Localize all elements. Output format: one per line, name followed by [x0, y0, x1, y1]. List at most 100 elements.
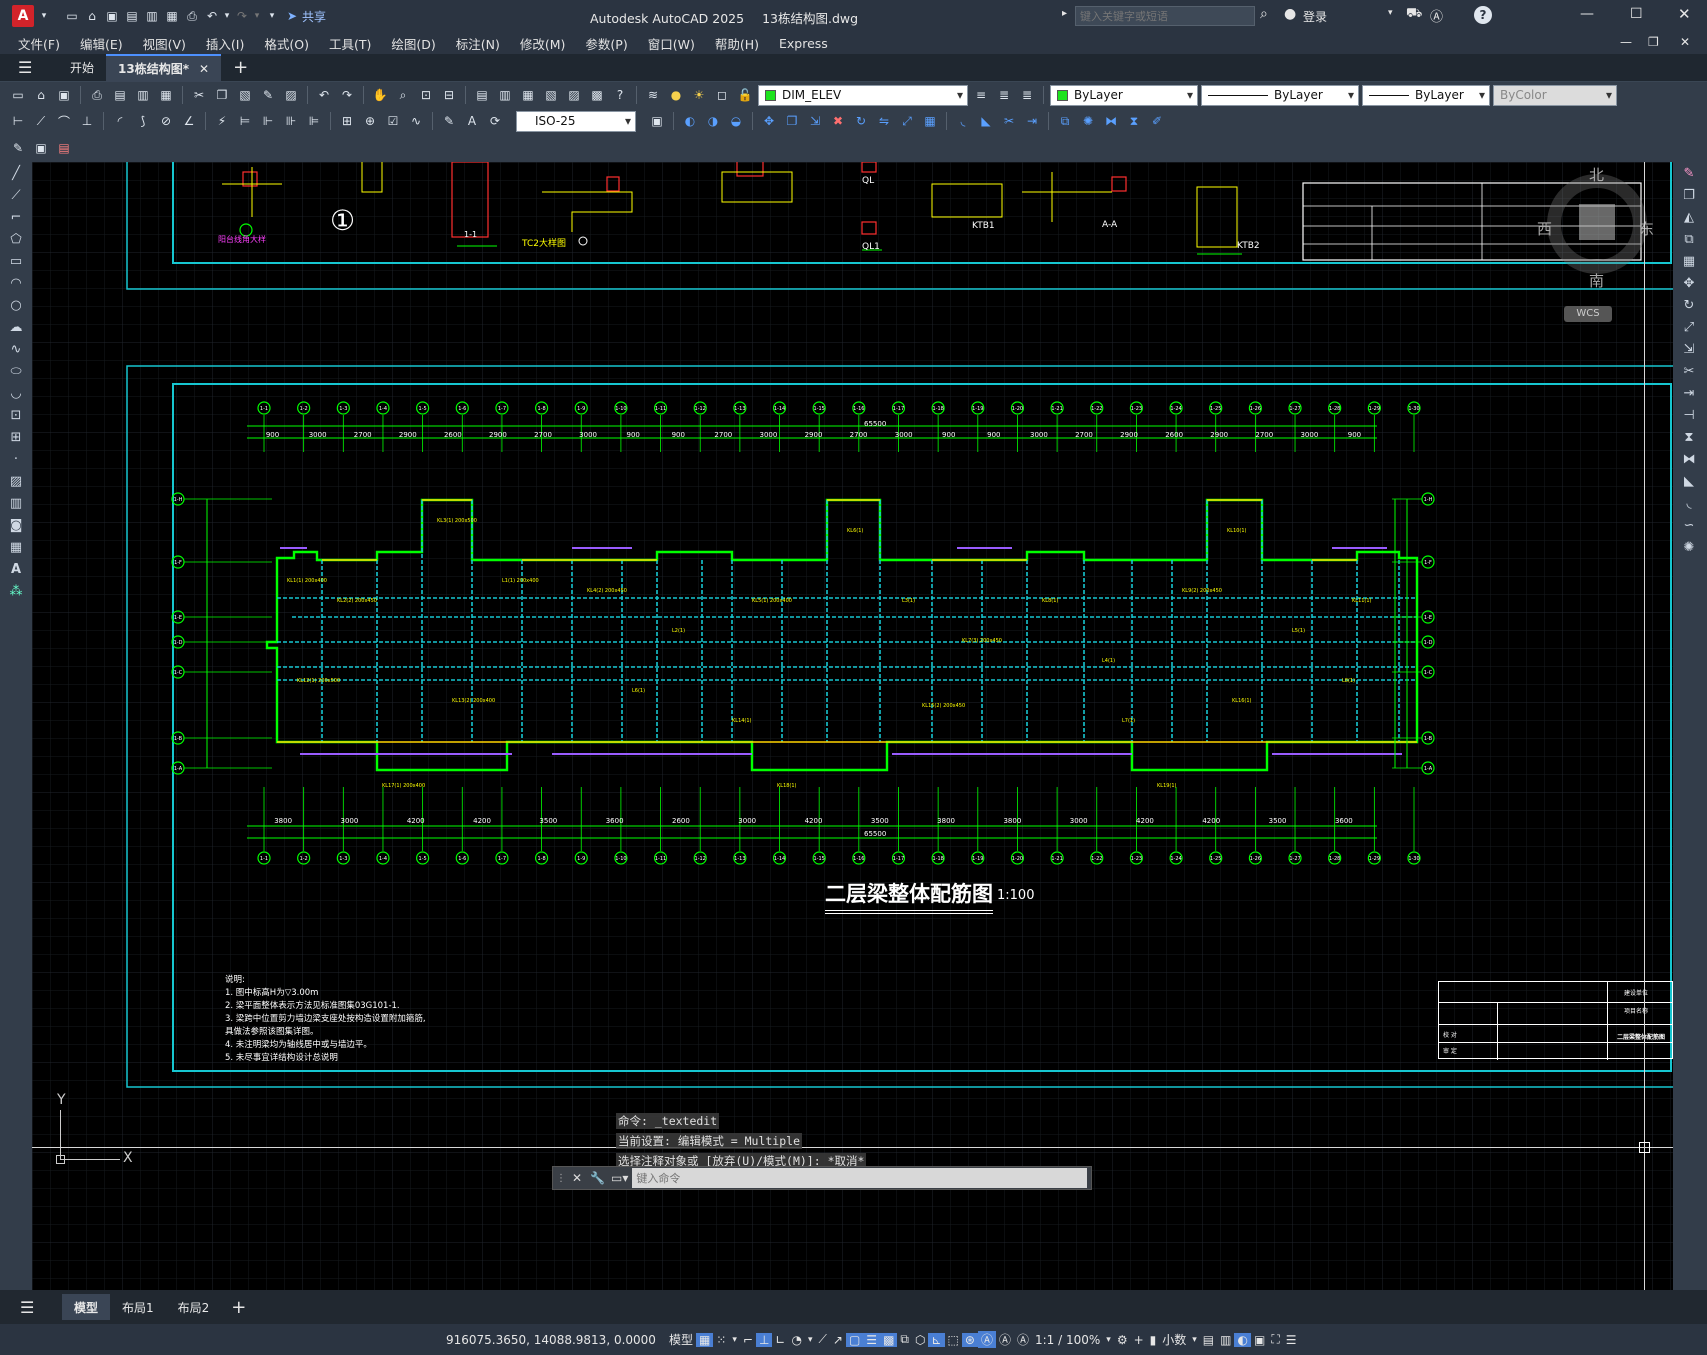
otrack-icon[interactable]: ↗ — [830, 1333, 846, 1347]
dim-angular-icon[interactable]: ∠ — [179, 111, 199, 131]
menu-window[interactable]: 窗口(W) — [638, 34, 705, 53]
undo-icon[interactable]: ↶ — [202, 6, 222, 26]
qnew-icon[interactable]: ▭ — [8, 85, 28, 105]
trim-palette-icon[interactable]: ✂ — [1677, 360, 1701, 382]
design-center-icon[interactable]: ▥ — [495, 85, 515, 105]
plotstyle-dropdown[interactable]: ByColor — [1493, 84, 1617, 106]
quick-access-customize-icon[interactable]: ▾ — [262, 6, 282, 26]
add-selected-icon[interactable]: ⁂ — [4, 580, 28, 602]
app-menu-chevron-icon[interactable]: ▾ — [34, 6, 54, 26]
tab-layout2[interactable]: 布局2 — [166, 1294, 222, 1320]
hatch-tool-icon[interactable]: ▨ — [4, 470, 28, 492]
gradient-tool-icon[interactable]: ▥ — [4, 492, 28, 514]
compass-west[interactable]: 西 — [1537, 218, 1552, 239]
undo-toolbar-icon[interactable]: ↶ — [314, 85, 334, 105]
graphics-performance-icon[interactable]: ▣ — [1251, 1333, 1268, 1347]
view-back-icon[interactable]: ◒ — [726, 111, 746, 131]
match-prop-icon[interactable]: ✎ — [258, 85, 278, 105]
dynamic-input-icon[interactable]: ⊥ — [755, 1332, 773, 1347]
menu-insert[interactable]: 插入(I) — [196, 34, 254, 53]
layer-states-icon[interactable]: ≣ — [1017, 85, 1037, 105]
ellipse-tool-icon[interactable]: ⬭ — [4, 360, 28, 382]
dim-radius-icon[interactable]: ◜ — [110, 111, 130, 131]
dynamic-ucs-icon[interactable]: ⊾ — [928, 1332, 945, 1347]
drawing-canvas[interactable]: KL1(1) 200x400 KL2(2) 200x450 KL3(1) 200x… — [32, 162, 1673, 1290]
layout-menu-icon[interactable]: ☰ — [20, 1298, 50, 1317]
dim-break-icon[interactable]: ⊫ — [304, 111, 324, 131]
new-layout-icon[interactable]: + — [231, 1297, 246, 1318]
command-customize-icon[interactable]: 🔧 — [590, 1171, 605, 1185]
dim-linear-icon[interactable]: ⊢ — [8, 111, 28, 131]
dim-aligned-icon[interactable]: ⟋ — [31, 111, 51, 131]
zoom-window-icon[interactable]: ⊡ — [416, 85, 436, 105]
save-web-icon[interactable]: ▦ — [162, 6, 182, 26]
undo-dropdown-icon[interactable]: ▾ — [222, 6, 232, 26]
dim-text-edit-icon[interactable]: A — [462, 111, 482, 131]
compass-east[interactable]: 东 — [1639, 218, 1654, 239]
preview-icon[interactable]: ▤ — [110, 85, 130, 105]
open-web-icon[interactable]: ▥ — [142, 6, 162, 26]
snap-icon[interactable]: ⁙ — [713, 1333, 729, 1347]
customization-icon[interactable]: ☰ — [1283, 1333, 1300, 1347]
selection-filter-icon[interactable]: ⬚ — [945, 1333, 962, 1347]
menu-express[interactable]: Express — [769, 36, 838, 51]
offset-palette-icon[interactable]: ⧉ — [1677, 228, 1701, 250]
tab-start[interactable]: 开始 — [58, 54, 106, 82]
spline-tool-icon[interactable]: ∿ — [4, 338, 28, 360]
markup-icon[interactable]: ▨ — [564, 85, 584, 105]
snap-dropdown-icon[interactable]: ▾ — [729, 1335, 740, 1345]
save-icon[interactable]: ▣ — [102, 6, 122, 26]
dim-edit-icon[interactable]: ✎ — [439, 111, 459, 131]
minimize-icon[interactable]: — — [1580, 6, 1594, 22]
menu-help[interactable]: 帮助(H) — [705, 34, 769, 53]
dimstyle-dropdown[interactable]: ISO-25 — [516, 110, 636, 132]
doc-restore-icon[interactable]: ❐ — [1648, 35, 1659, 49]
menu-tools[interactable]: 工具(T) — [319, 34, 381, 53]
break-icon[interactable]: ⧗ — [1124, 111, 1144, 131]
tab-active-drawing[interactable]: 13栋结构图* ✕ — [106, 53, 222, 82]
annotation-scale-value[interactable]: 1:1 / 100% — [1032, 1333, 1103, 1347]
compass-south[interactable]: 南 — [1589, 270, 1604, 291]
login-dropdown-icon[interactable]: ▾ — [1388, 8, 1393, 18]
save-toolbar-icon[interactable]: ▣ — [54, 85, 74, 105]
cut-icon[interactable]: ✂ — [189, 85, 209, 105]
zoom-realtime-icon[interactable]: ⌕ — [393, 85, 413, 105]
dim-space-icon[interactable]: ⊪ — [281, 111, 301, 131]
orbit-icon[interactable]: ◐ — [680, 111, 700, 131]
line-tool-icon[interactable]: ╱ — [4, 162, 28, 184]
command-grip-icon[interactable]: ⋮ — [556, 1173, 566, 1184]
menu-edit[interactable]: 编辑(E) — [70, 34, 133, 53]
fillet-palette-icon[interactable]: ◟ — [1677, 492, 1701, 514]
transparency-icon[interactable]: ▩ — [880, 1332, 898, 1347]
wcs-button[interactable]: WCS — [1564, 306, 1612, 322]
offset-icon[interactable]: ⧉ — [1055, 111, 1075, 131]
plot-toolbar-icon[interactable]: ⎙ — [87, 85, 107, 105]
tab-model[interactable]: 模型 — [62, 1294, 111, 1320]
menu-view[interactable]: 视图(V) — [133, 34, 196, 53]
dim-baseline-icon[interactable]: ⊨ — [235, 111, 255, 131]
compass-north[interactable]: 北 — [1589, 164, 1604, 185]
isodraft-icon[interactable]: ⟋ — [815, 1332, 829, 1347]
viewcube-face[interactable] — [1579, 204, 1615, 240]
dimstyle-manager-icon[interactable]: ▣ — [647, 111, 667, 131]
command-prompt-icon[interactable]: ▭▾ — [611, 1171, 628, 1185]
menu-format[interactable]: 格式(O) — [254, 34, 319, 53]
rotate-icon[interactable]: ↻ — [851, 111, 871, 131]
erase-palette-icon[interactable]: ✎ — [1677, 162, 1701, 184]
open-icon[interactable]: ⌂ — [31, 85, 51, 105]
hamburger-menu-icon[interactable]: ☰ — [18, 58, 48, 77]
share-button[interactable]: 共享 — [302, 8, 326, 25]
ellipse-arc-tool-icon[interactable]: ◡ — [4, 382, 28, 404]
osnap-icon[interactable]: ▢ — [845, 1332, 864, 1347]
command-input[interactable] — [632, 1168, 1087, 1188]
construction-line-icon[interactable]: ⟋ — [4, 184, 28, 206]
zoom-previous-icon[interactable]: ⊟ — [439, 85, 459, 105]
redo-toolbar-icon[interactable]: ↷ — [337, 85, 357, 105]
search-expand-icon[interactable]: ▸ — [1062, 8, 1067, 19]
pan-icon[interactable]: ✋ — [370, 85, 390, 105]
point-tool-icon[interactable]: · — [4, 448, 28, 470]
erase-icon[interactable]: ✖ — [828, 111, 848, 131]
make-block-icon[interactable]: ⊞ — [4, 426, 28, 448]
redo-icon[interactable]: ↷ — [232, 6, 252, 26]
region-tool-icon[interactable]: ◙ — [4, 514, 28, 536]
